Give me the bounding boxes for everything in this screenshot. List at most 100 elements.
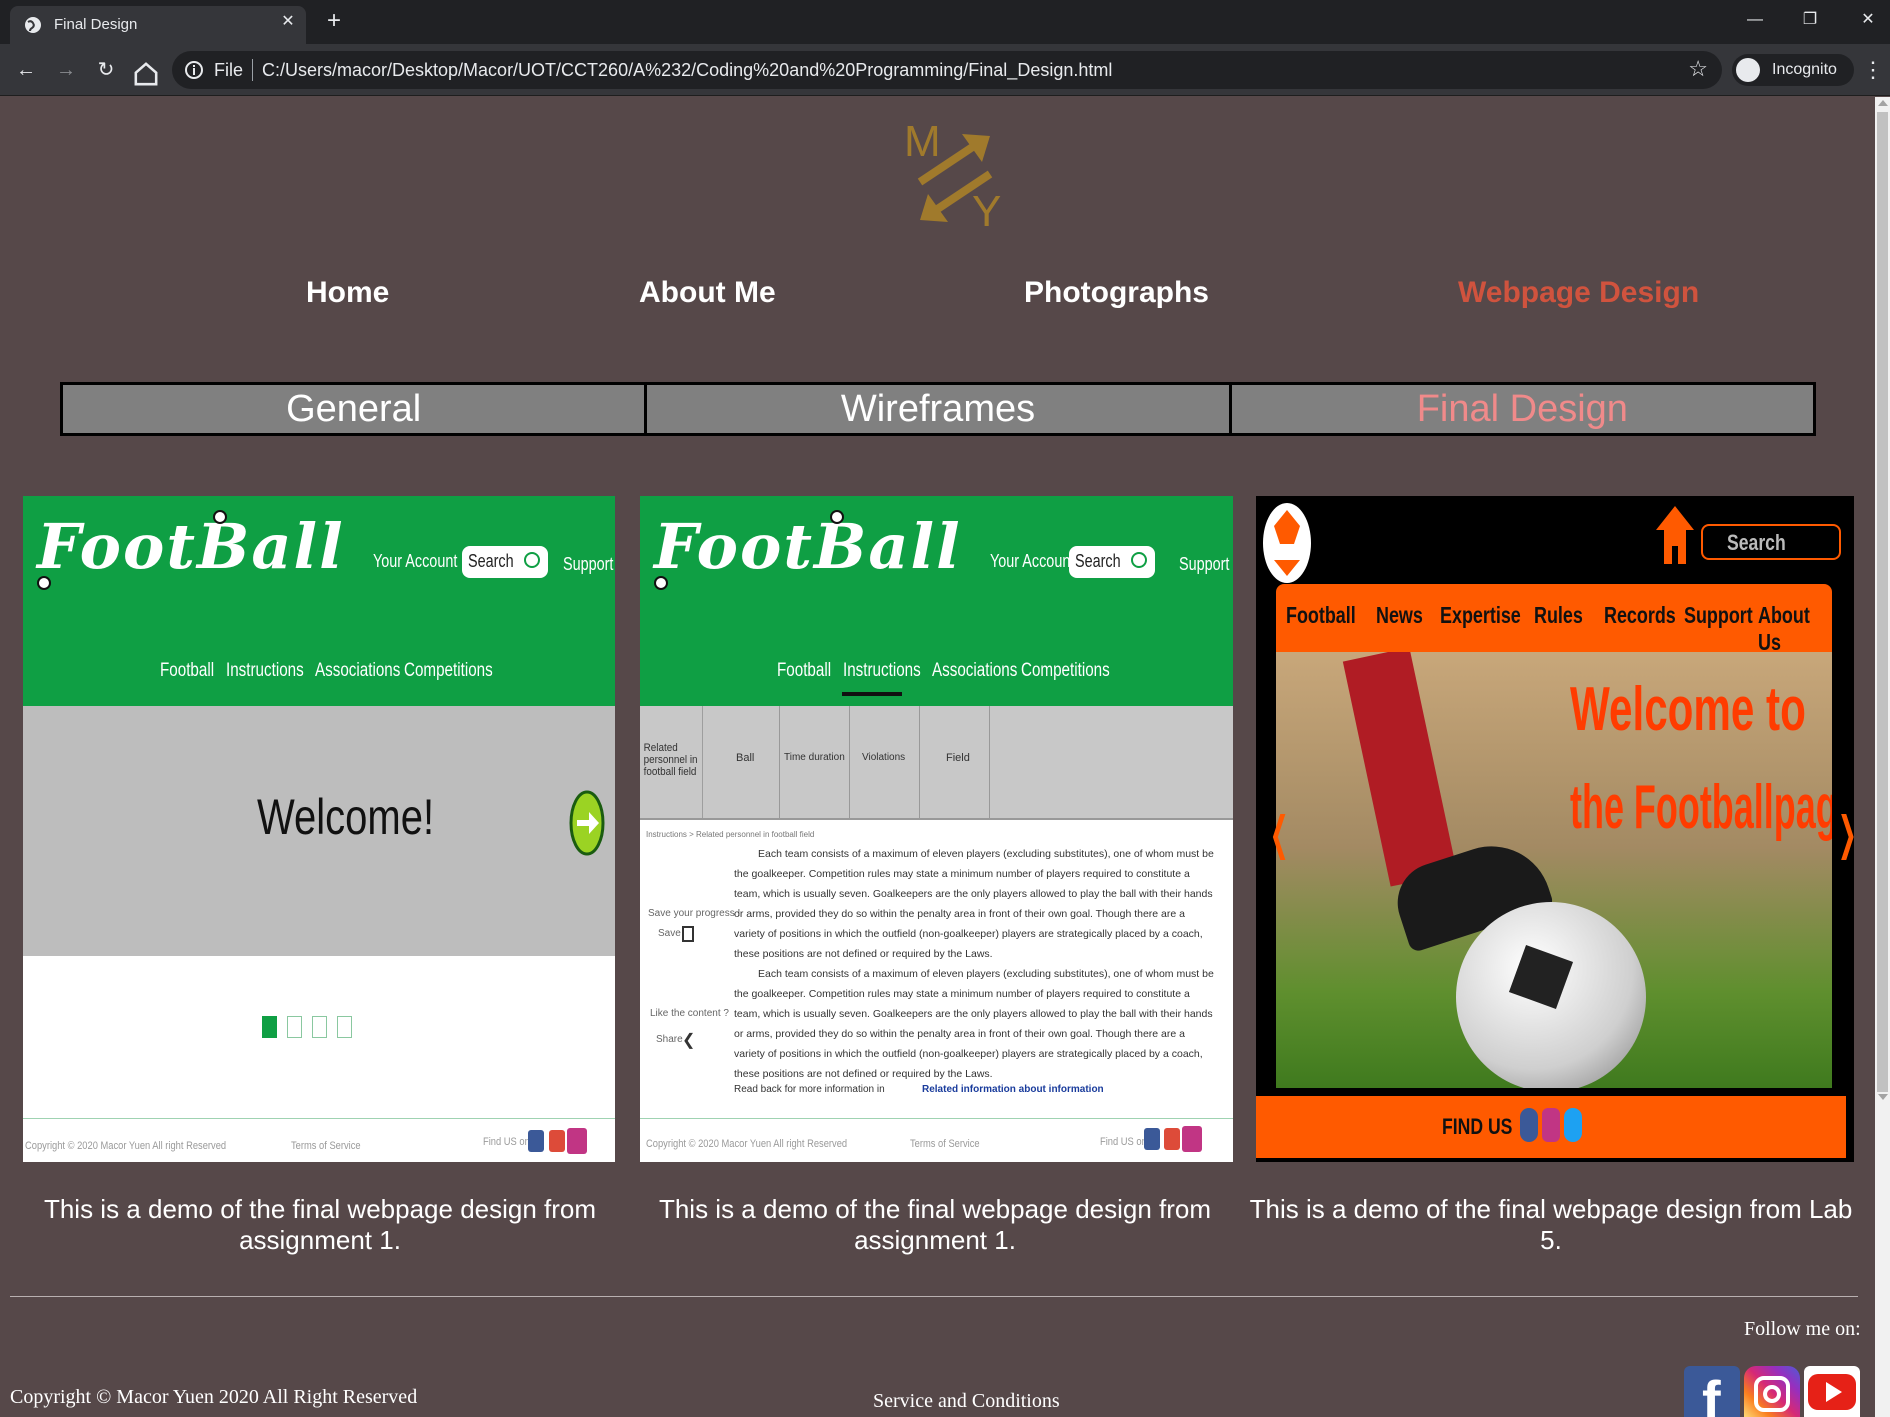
mock-account: Your Account xyxy=(990,551,1075,571)
address-scheme: File xyxy=(214,60,244,80)
demo-image-lab5[interactable]: Search Football News Expertise Rules Rec… xyxy=(1256,496,1854,1162)
mock-footer-terms: Terms of Service xyxy=(910,1138,980,1150)
google-plus-icon xyxy=(1164,1128,1180,1150)
tab-general[interactable]: General xyxy=(63,385,645,433)
mock-active-underline xyxy=(842,692,902,696)
follow-label: Follow me on: xyxy=(1744,1318,1861,1340)
youtube-icon[interactable] xyxy=(1804,1366,1860,1417)
instagram-icon[interactable] xyxy=(1744,1366,1800,1417)
mock-menu-item: Associations xyxy=(932,660,1018,681)
instagram-icon xyxy=(1182,1126,1202,1152)
instagram-icon xyxy=(1542,1108,1560,1142)
mock-dot xyxy=(262,1016,277,1038)
address-bar[interactable]: File C:/Users/macor/Desktop/Macor/UOT/CC… xyxy=(172,51,1722,89)
tab-final-design[interactable]: Final Design xyxy=(1231,385,1813,433)
browser-toolbar: ← → ↻ File C:/Users/macor/Desktop/Macor/… xyxy=(0,44,1890,96)
facebook-icon xyxy=(528,1130,544,1152)
demo-image-assignment1-instructions[interactable]: FootBall Your Account Search Support Foo… xyxy=(640,496,1233,1162)
mock-subtab: Ball xyxy=(710,706,780,818)
mock-support: Support xyxy=(1179,554,1230,574)
mock-share-label: Share xyxy=(656,1034,683,1045)
twitter-icon xyxy=(1564,1108,1582,1142)
mock-header: FootBall Your Account Search Support Foo… xyxy=(640,496,1233,706)
info-icon[interactable] xyxy=(184,60,204,80)
browser-tab-strip: Final Design ✕ + — ❐ ✕ xyxy=(0,0,1890,44)
mock-search-label: Search xyxy=(1075,551,1121,571)
mock-dot xyxy=(312,1016,327,1038)
mock-header: FootBall Your Account Search Support Foo… xyxy=(23,496,615,706)
mock-menu-item: Football xyxy=(160,660,215,681)
service-conditions-link[interactable]: Service and Conditions xyxy=(873,1390,1060,1413)
mock-find-us: FIND US xyxy=(1442,1114,1513,1139)
tab-close-icon[interactable]: ✕ xyxy=(278,12,298,32)
mock-footer-find: Find US on xyxy=(483,1136,530,1148)
mock-welcome: Welcome! xyxy=(257,789,435,845)
instagram-icon xyxy=(567,1128,587,1154)
mock-menu-item: Instructions xyxy=(226,660,304,681)
minimize-button[interactable]: — xyxy=(1735,6,1775,34)
mock-next-arrow-icon xyxy=(569,790,605,856)
mock-menu-item: Competitions xyxy=(1021,660,1110,681)
mock-search-label: Search xyxy=(1727,530,1786,555)
demo-image-assignment1-home[interactable]: FootBall Your Account Search Support Foo… xyxy=(23,496,615,1162)
footer-copyright: Copyright © Macor Yuen 2020 All Right Re… xyxy=(10,1386,418,1408)
scroll-down-arrow-icon[interactable] xyxy=(1878,1094,1888,1100)
scroll-up-arrow-icon[interactable] xyxy=(1878,100,1888,106)
mock-ball-icon xyxy=(830,510,844,524)
nav-photographs[interactable]: Photographs xyxy=(1024,276,1209,310)
mock-hero-line2: the Footballpage! xyxy=(1570,773,1832,842)
site-logo[interactable]: M Y xyxy=(900,112,1010,232)
mock-menu-item: Associations xyxy=(315,660,401,681)
address-separator xyxy=(252,59,253,81)
reload-icon[interactable]: ↻ xyxy=(92,56,120,84)
mock-menu-item: Competitions xyxy=(404,660,493,681)
mock-share-icon: ❮ xyxy=(682,1032,696,1049)
mock-logo: FootBall xyxy=(654,510,962,583)
mock-dot xyxy=(287,1016,302,1038)
mock-support: Support xyxy=(563,554,614,574)
mock-save-icon xyxy=(682,926,694,942)
mock-find-us-bar: FIND US xyxy=(1256,1096,1846,1158)
mock-search-icon xyxy=(524,552,540,568)
facebook-icon xyxy=(1144,1128,1160,1150)
mock-menu-item: Football xyxy=(1286,602,1356,628)
incognito-badge[interactable]: Incognito xyxy=(1732,54,1854,86)
mock-footer-copyright: Copyright © 2020 Macor Yuen All right Re… xyxy=(646,1138,848,1150)
sub-navigation: General Wireframes Final Design xyxy=(60,382,1816,436)
mock-footer-line xyxy=(23,1118,615,1119)
facebook-icon xyxy=(1520,1108,1538,1142)
mock-logo: FootBall xyxy=(37,510,345,583)
home-icon[interactable] xyxy=(132,60,160,88)
logo-letter-y: Y xyxy=(972,187,1001,232)
demo-caption: This is a demo of the final webpage desi… xyxy=(1249,1194,1853,1255)
new-tab-button[interactable]: + xyxy=(320,7,348,35)
nav-home[interactable]: Home xyxy=(306,276,389,310)
mock-menu-item: Support xyxy=(1684,602,1753,628)
tab-wireframes[interactable]: Wireframes xyxy=(647,385,1229,433)
mock-menu-item: Football xyxy=(777,660,832,681)
mock-orange-menu: Football News Expertise Rules Records Su… xyxy=(1276,584,1832,655)
nav-webpage-design[interactable]: Webpage Design xyxy=(1458,276,1699,310)
browser-tab[interactable]: Final Design ✕ xyxy=(10,6,306,44)
mock-subtab: Violations xyxy=(850,706,920,818)
restore-button[interactable]: ❐ xyxy=(1790,6,1830,34)
mock-paragraph: Each team consists of a maximum of eleve… xyxy=(734,848,1214,960)
menu-dots-icon[interactable]: ⋮ xyxy=(1862,56,1884,84)
mock-home-icon xyxy=(1656,506,1694,564)
back-arrow-icon[interactable]: ← xyxy=(12,56,40,84)
logo-letter-m: M xyxy=(904,117,941,166)
scrollbar-thumb[interactable] xyxy=(1877,112,1888,1092)
mock-menu-item: News xyxy=(1376,602,1423,628)
mock-subtab: Time duration xyxy=(780,706,850,818)
facebook-icon[interactable]: f xyxy=(1684,1366,1740,1417)
star-icon[interactable]: ☆ xyxy=(1688,56,1708,82)
mock-menu-item: Expertise xyxy=(1440,602,1521,628)
window-close-button[interactable]: ✕ xyxy=(1848,6,1888,34)
nav-about-me[interactable]: About Me xyxy=(639,276,776,310)
forward-arrow-icon[interactable]: → xyxy=(52,56,80,84)
mock-save-label: Save xyxy=(658,928,681,939)
mock-next-arrow-icon: ❯ xyxy=(1838,806,1854,860)
mock-subtab: Related personnel in football field xyxy=(640,706,703,818)
address-url[interactable]: C:/Users/macor/Desktop/Macor/UOT/CCT260/… xyxy=(262,60,1112,81)
mock-hero-line1: Welcome to xyxy=(1570,675,1806,744)
